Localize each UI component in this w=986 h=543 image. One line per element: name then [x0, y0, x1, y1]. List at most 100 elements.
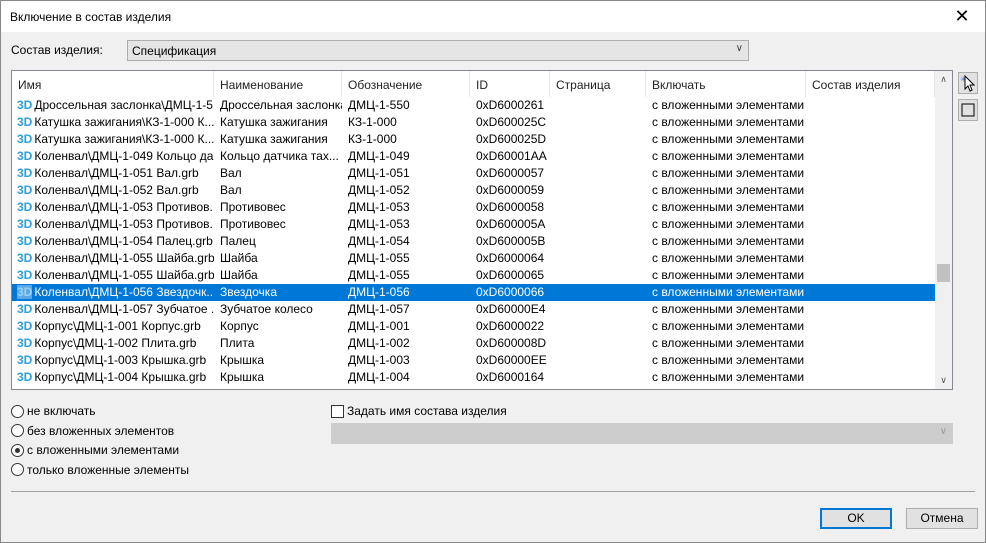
table-row[interactable]: 3D Корпус\ДМЦ-1-002 Плита.grb Плита ДМЦ-1-0… [12, 335, 935, 352]
table-cell [550, 199, 646, 216]
scroll-up-icon[interactable]: ∧ [935, 71, 952, 88]
checkbox-box[interactable] [331, 404, 344, 418]
set-name-select: ∨ [331, 423, 953, 444]
set-name-checkbox[interactable]: Задать имя состава изделия [331, 404, 507, 418]
table-cell: 0xD6000164 [470, 369, 550, 386]
table-cell: 0xD6000059 [470, 182, 550, 199]
frame-select-button[interactable] [958, 99, 978, 121]
table-row[interactable]: 3D Катушка зажигания\КЗ-1-000 К... Катушка… [12, 114, 935, 131]
table-cell: ДМЦ-1-053 [342, 199, 470, 216]
cell-text: с вложенными элементами [652, 285, 805, 299]
table-cell: 3D Корпус\ДМЦ-1-001 Корпус.grb [12, 318, 214, 335]
radio-circle[interactable] [11, 443, 24, 457]
table-row[interactable]: 3D Коленвал\ДМЦ-1-053 Противов... Противов… [12, 199, 935, 216]
ok-button[interactable]: OK [820, 508, 892, 529]
cell-text: с вложенными элементами [652, 98, 805, 112]
table-row[interactable]: 3D Коленвал\ДМЦ-1-049 Кольцо да... Кольцо … [12, 148, 935, 165]
table-row[interactable]: 3D Коленвал\ДМЦ-1-051 Вал.grb Вал ДМЦ-1-051… [12, 165, 935, 182]
table-cell: с вложенными элементами [646, 97, 806, 114]
cell-text: с вложенными элементами [652, 370, 805, 384]
table-cell: Противовес [214, 199, 342, 216]
table-row[interactable]: 3D Корпус\ДМЦ-1-004 Крышка.grb Крышка ДМЦ-1… [12, 369, 935, 386]
table-row[interactable]: 3D Дроссельная заслонка\ДМЦ-1-5... Дроссел… [12, 97, 935, 114]
cell-text: ДМЦ-1-054 [348, 234, 410, 248]
items-table[interactable]: Имя Наименование Обозначение ID Страница Вклю… [11, 70, 953, 390]
table-cell: Корпус [214, 318, 342, 335]
cell-text: ДМЦ-1-002 [348, 336, 410, 350]
cell-text: 0xD6000066 [476, 285, 545, 299]
table-cell: 0xD600025D [470, 131, 550, 148]
cell-text: ДМЦ-1-052 [348, 183, 410, 197]
table-cell: 0xD6000022 [470, 318, 550, 335]
radio-circle[interactable] [11, 404, 24, 418]
table-cell: 0xD600008D [470, 335, 550, 352]
table-cell [550, 182, 646, 199]
cell-text: Коленвал\ДМЦ-1-052 Вал.grb [34, 183, 199, 197]
table-row[interactable]: 3D Коленвал\ДМЦ-1-055 Шайба.grb Шайба ДМЦ-1… [12, 250, 935, 267]
table-cell: Крышка [214, 352, 342, 369]
include-option-radio[interactable]: с вложенными элементами [11, 443, 179, 457]
table-row[interactable]: 3D Коленвал\ДМЦ-1-055 Шайба.grb Шайба ДМЦ-1… [12, 267, 935, 284]
cell-text: Коленвал\ДМЦ-1-053 Противов... [34, 217, 214, 231]
vertical-scrollbar[interactable]: ∧ ∨ [935, 71, 952, 389]
column-header[interactable]: Включать [646, 71, 806, 97]
cell-text: Корпус [220, 319, 259, 333]
cell-text: с вложенными элементами [652, 183, 805, 197]
include-option-radio[interactable]: без вложенных элементов [11, 424, 174, 438]
cancel-button[interactable]: Отмена [906, 508, 978, 529]
table-row[interactable]: 3D Коленвал\ДМЦ-1-052 Вал.grb Вал ДМЦ-1-052… [12, 182, 935, 199]
cell-text: 0xD600025D [476, 132, 547, 146]
table-cell: с вложенными элементами [646, 369, 806, 386]
table-cell: 0xD60000EE [470, 352, 550, 369]
close-button[interactable]: ✕ [939, 1, 985, 32]
radio-label: без вложенных элементов [27, 423, 175, 438]
table-row[interactable]: 3D Корпус\ДМЦ-1-003 Крышка.grb Крышка ДМЦ-1… [12, 352, 935, 369]
cell-text: Зубчатое колесо [220, 302, 313, 316]
radio-circle[interactable] [11, 424, 24, 437]
cell-text: с вложенными элементами [652, 115, 805, 129]
composition-select[interactable]: Спецификация ∨ [127, 40, 749, 61]
table-row[interactable]: 3D Корпус\ДМЦ-1-001 Корпус.grb Корпус ДМЦ-1… [12, 318, 935, 335]
radio-circle[interactable] [11, 463, 24, 476]
column-header[interactable]: Обозначение [342, 71, 470, 97]
cell-text: с вложенными элементами [652, 149, 805, 163]
table-cell [550, 114, 646, 131]
table-cell: Дроссельная заслонка [214, 97, 342, 114]
table-cell: Катушка зажигания [214, 114, 342, 131]
column-header[interactable]: Состав изделия [806, 71, 935, 97]
column-header[interactable]: ID [470, 71, 550, 97]
include-option-radio[interactable]: не включать [11, 404, 96, 418]
table-cell [550, 284, 646, 301]
column-header[interactable]: Имя [12, 71, 214, 97]
table-cell [550, 131, 646, 148]
scroll-down-icon[interactable]: ∨ [935, 372, 952, 389]
radio-label: с вложенными элементами [27, 443, 180, 457]
table-row[interactable]: 3D Коленвал\ДМЦ-1-054 Палец.grb Палец ДМЦ-1… [12, 233, 935, 250]
table-cell [806, 131, 935, 148]
include-option-radio[interactable]: только вложенные элементы [11, 463, 189, 477]
table-cell: с вложенными элементами [646, 250, 806, 267]
table-cell [806, 352, 935, 369]
cell-text: Коленвал\ДМЦ-1-049 Кольцо да... [34, 149, 214, 163]
scroll-thumb[interactable] [937, 264, 950, 282]
3d-model-icon: 3D [17, 183, 33, 197]
table-row[interactable]: 3D Коленвал\ДМЦ-1-057 Зубчатое ... Зубчато… [12, 301, 935, 318]
3d-model-icon: 3D [17, 98, 33, 112]
cell-text: Коленвал\ДМЦ-1-057 Зубчатое ... [34, 302, 214, 316]
cell-text: Крышка [220, 353, 265, 367]
select-pointer-button[interactable]: ✳ [958, 72, 978, 94]
table-row[interactable]: 3D Коленвал\ДМЦ-1-056 Звездочк... Звездочк… [12, 284, 935, 301]
table-row[interactable]: 3D Коленвал\ДМЦ-1-053 Противов... Противов… [12, 216, 935, 233]
table-cell: 3D Корпус\ДМЦ-1-004 Крышка.grb [12, 369, 214, 386]
column-header[interactable]: Наименование [214, 71, 342, 97]
table-cell [806, 250, 935, 267]
table-cell [550, 352, 646, 369]
table-cell: ДМЦ-1-001 [342, 318, 470, 335]
table-row[interactable]: 3D Катушка зажигания\КЗ-1-000 К... Катушка… [12, 131, 935, 148]
cell-text: с вложенными элементами [652, 319, 805, 333]
table-cell [550, 301, 646, 318]
table-cell [550, 216, 646, 233]
table-cell: 0xD6000057 [470, 165, 550, 182]
column-header[interactable]: Страница [550, 71, 646, 97]
cell-text: Катушка зажигания\КЗ-1-000 К... [34, 115, 214, 129]
